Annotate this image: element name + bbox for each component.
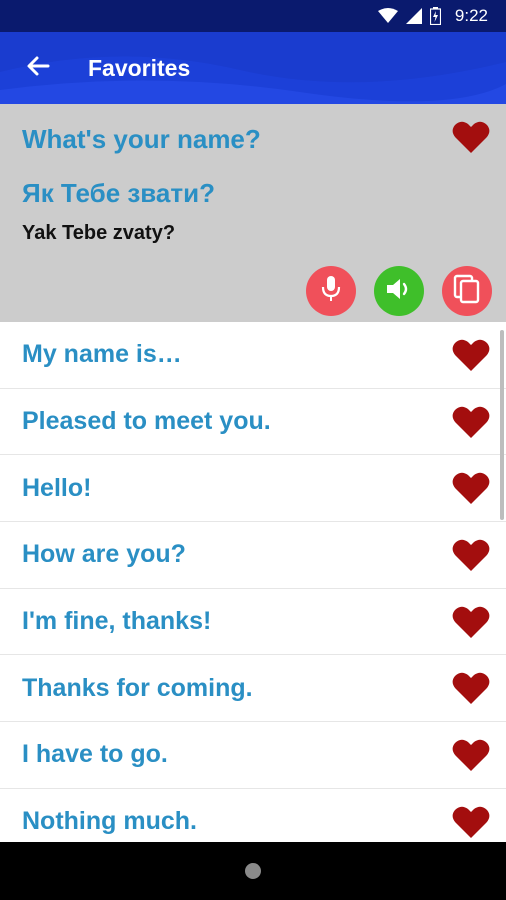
- heart-icon[interactable]: [452, 605, 490, 644]
- heart-icon[interactable]: [452, 471, 490, 510]
- list-item[interactable]: Hello!: [0, 455, 506, 523]
- phrase-text: I have to go.: [22, 740, 168, 769]
- arrow-left-icon: [26, 55, 50, 82]
- list-item[interactable]: Thanks for coming.: [0, 655, 506, 723]
- selected-phrase-transliteration: Yak Tebe zvaty?: [22, 222, 176, 244]
- app-bar: Favorites: [0, 32, 506, 104]
- heart-icon[interactable]: [452, 538, 490, 577]
- page-title: Favorites: [88, 54, 191, 81]
- favorites-list: My name is… Pleased to meet you. Hello! …: [0, 322, 506, 842]
- home-button[interactable]: [245, 863, 261, 879]
- list-item[interactable]: My name is…: [0, 322, 506, 389]
- battery-icon: [429, 7, 441, 25]
- speak-button[interactable]: [374, 266, 424, 316]
- phrase-text: I'm fine, thanks!: [22, 607, 212, 636]
- copy-button[interactable]: [442, 266, 492, 316]
- heart-icon[interactable]: [452, 405, 490, 444]
- app-bar-wave-decoration: [0, 56, 506, 104]
- list-item[interactable]: I'm fine, thanks!: [0, 589, 506, 656]
- selected-phrase-ukrainian: Як Тебе звати?: [22, 178, 215, 208]
- heart-icon[interactable]: [452, 805, 490, 842]
- phrase-text: Thanks for coming.: [22, 673, 253, 702]
- status-time: 9:22: [454, 6, 488, 25]
- selected-phrase-english: What's your name?: [22, 124, 261, 154]
- microphone-button[interactable]: [306, 266, 356, 316]
- status-bar: 9:22: [0, 0, 506, 32]
- scrollbar[interactable]: [500, 330, 504, 520]
- heart-icon[interactable]: [452, 671, 490, 710]
- phrase-text: Hello!: [22, 473, 92, 502]
- selected-phrase-card[interactable]: What's your name? Як Тебе звати? Yak Teb…: [0, 104, 506, 322]
- phrase-text: Pleased to meet you.: [22, 407, 271, 436]
- wifi-icon: [377, 8, 398, 24]
- list-item[interactable]: I have to go.: [0, 722, 506, 789]
- list-item[interactable]: Pleased to meet you.: [0, 389, 506, 456]
- list-item[interactable]: How are you?: [0, 522, 506, 589]
- phrase-actions: [306, 266, 492, 316]
- signal-icon: [405, 8, 422, 24]
- phrase-text: Nothing much.: [22, 807, 197, 836]
- phrase-text: How are you?: [22, 540, 186, 569]
- list-item[interactable]: Nothing much.: [0, 789, 506, 842]
- system-nav-bar: [0, 842, 506, 900]
- heart-icon[interactable]: [452, 120, 490, 159]
- back-button[interactable]: [8, 32, 68, 104]
- phrase-text: My name is…: [22, 340, 182, 369]
- heart-icon[interactable]: [452, 338, 490, 377]
- microphone-icon: [320, 275, 342, 308]
- heart-icon[interactable]: [452, 738, 490, 777]
- copy-icon: [453, 274, 481, 309]
- speaker-icon: [385, 276, 413, 307]
